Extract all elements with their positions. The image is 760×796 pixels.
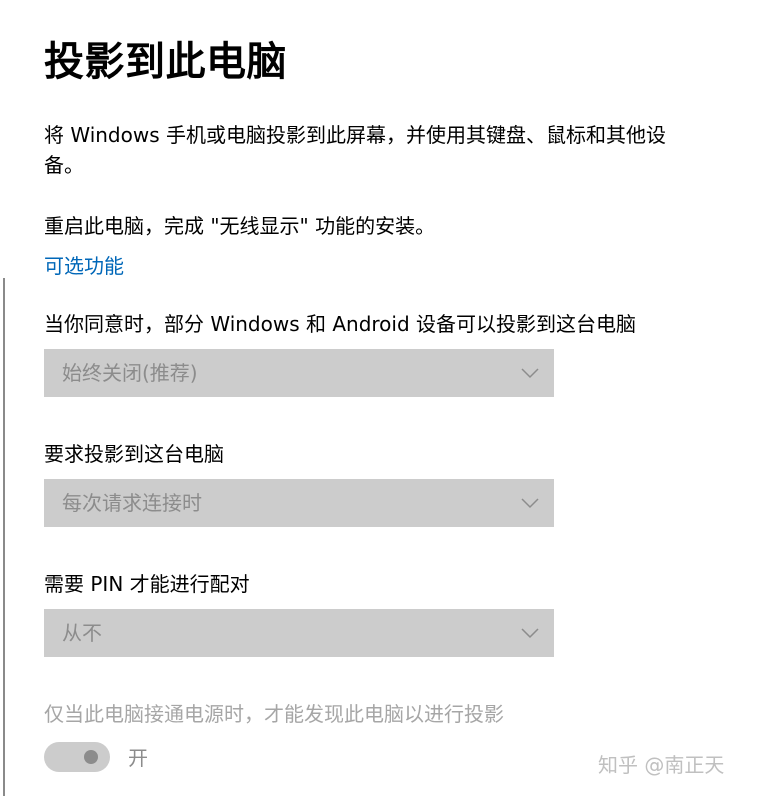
- require-pin-label: 需要 PIN 才能进行配对: [44, 572, 250, 596]
- chevron-down-icon: [521, 498, 539, 509]
- availability-dropdown[interactable]: 始终关闭(推荐): [44, 349, 554, 397]
- require-pin-dropdown-value: 从不: [62, 621, 102, 645]
- page-description: 将 Windows 手机或电脑投影到此屏幕，并使用其键盘、鼠标和其他设备。: [44, 123, 666, 177]
- availability-label: 当你同意时，部分 Windows 和 Android 设备可以投影到这台电脑: [44, 312, 637, 336]
- require-pin-dropdown[interactable]: 从不: [44, 609, 554, 657]
- toggle-knob: [84, 750, 98, 764]
- page-title: 投影到此电脑: [44, 39, 287, 85]
- power-only-label: 仅当此电脑接通电源时，才能发现此电脑以进行投影: [44, 702, 504, 726]
- ask-to-project-dropdown-value: 每次请求连接时: [62, 491, 202, 515]
- chevron-down-icon: [521, 628, 539, 639]
- ask-to-project-label: 要求投影到这台电脑: [44, 442, 224, 466]
- watermark: 知乎 @南正天: [598, 753, 725, 777]
- restart-notice: 重启此电脑，完成 "无线显示" 功能的安装。: [44, 214, 436, 238]
- optional-features-link[interactable]: 可选功能: [44, 251, 124, 281]
- availability-dropdown-value: 始终关闭(推荐): [62, 361, 198, 385]
- scrollbar[interactable]: [3, 278, 5, 796]
- power-only-toggle-state: 开: [128, 746, 148, 770]
- chevron-down-icon: [521, 368, 539, 379]
- ask-to-project-dropdown[interactable]: 每次请求连接时: [44, 479, 554, 527]
- power-only-toggle[interactable]: [44, 742, 110, 772]
